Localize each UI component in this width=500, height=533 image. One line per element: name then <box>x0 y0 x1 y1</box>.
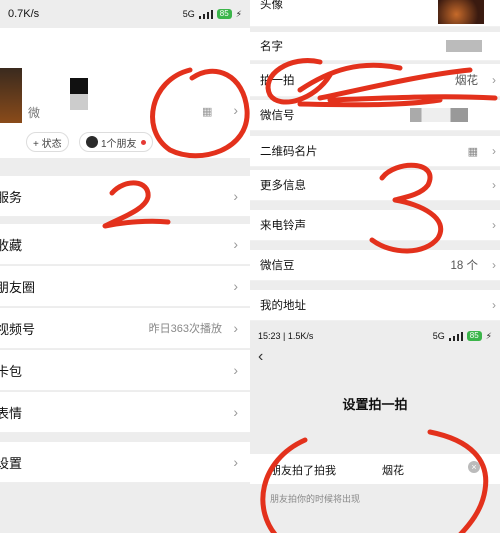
chevron-right-icon: › <box>233 362 238 378</box>
channels-views: 昨日363次播放 <box>148 323 222 335</box>
chevron-right-icon: › <box>492 178 496 192</box>
avatar[interactable] <box>0 68 22 123</box>
status-time: 15:23 | 1.5K/s <box>258 331 314 341</box>
row-pat[interactable]: 拍一拍 烟花 › <box>250 64 500 97</box>
status-bar: 15:23 | 1.5K/s 5G 85 ⚡ <box>250 326 500 346</box>
menu-settings[interactable]: 设置 › <box>0 442 250 483</box>
chevron-right-icon: › <box>233 188 238 204</box>
signal-icon <box>198 9 213 19</box>
red-dot-icon <box>140 139 146 145</box>
pat-value: 烟花 <box>455 75 478 87</box>
profile-name-fragment: 微 <box>28 106 41 120</box>
blurred-name <box>446 40 482 52</box>
chevron-right-icon: › <box>492 144 496 158</box>
battery-level: 85 <box>216 9 232 19</box>
network-type: 5G <box>432 331 445 341</box>
profile-screen: 0.7K/s 5G 85 ⚡ 微 ▦ › + 状态 1个朋友 服务 › 收藏 ›… <box>0 0 250 533</box>
add-status-button[interactable]: + 状态 <box>26 132 69 152</box>
friends-status-button[interactable]: 1个朋友 <box>79 132 153 152</box>
beans-count: 18 个 <box>450 260 479 272</box>
page-title: 设置拍一拍 <box>342 397 408 412</box>
chevron-right-icon: › <box>233 454 238 470</box>
avatar <box>438 0 484 24</box>
qr-code-icon: ▦ <box>467 145 478 158</box>
menu-stickers[interactable]: 表情 › <box>0 392 250 433</box>
friend-avatar-icon <box>86 136 98 148</box>
row-my-address[interactable]: 我的地址 › <box>250 290 500 321</box>
chevron-right-icon: › <box>233 102 238 118</box>
row-qr-code[interactable]: 二维码名片 ▦ › <box>250 136 500 167</box>
pat-input-label: 朋友拍了拍我 <box>270 465 336 477</box>
chevron-right-icon: › <box>492 218 496 232</box>
clear-icon[interactable]: × <box>468 461 480 473</box>
personal-info-screen: 头像 名字 拍一拍 烟花 › 微信号 二维码名片 ▦ › 更多信息 › 来电铃声… <box>250 0 500 533</box>
menu-favorites[interactable]: 收藏 › <box>0 224 250 265</box>
chevron-right-icon: › <box>233 320 238 336</box>
network-type: 5G <box>182 9 195 19</box>
profile-header[interactable]: 微 ▦ › + 状态 1个朋友 <box>0 28 250 158</box>
menu-services[interactable]: 服务 › <box>0 176 250 217</box>
menu-channels[interactable]: 视频号 昨日363次播放 › <box>0 308 250 349</box>
signal-icon <box>448 331 463 341</box>
row-ringtone[interactable]: 来电铃声 › <box>250 210 500 241</box>
row-name[interactable]: 名字 <box>250 32 500 61</box>
chevron-right-icon: › <box>492 298 496 312</box>
status-bar: 0.7K/s 5G 85 ⚡ <box>0 0 250 28</box>
pat-input-row[interactable]: 朋友拍了拍我 烟花 × <box>250 454 500 484</box>
network-speed: 0.7K/s <box>8 8 40 20</box>
chevron-right-icon: › <box>492 73 496 87</box>
chevron-right-icon: › <box>233 236 238 252</box>
row-wechat-id[interactable]: 微信号 <box>250 100 500 131</box>
row-avatar[interactable]: 头像 <box>250 0 500 27</box>
charging-icon: ⚡ <box>235 8 242 19</box>
chevron-right-icon: › <box>233 404 238 420</box>
chevron-right-icon: › <box>492 258 496 272</box>
pat-settings-screen: 15:23 | 1.5K/s 5G 85 ⚡ ‹ 设置拍一拍 朋友拍了拍我 烟花… <box>250 326 500 533</box>
back-icon[interactable]: ‹ <box>258 348 263 366</box>
row-more-info[interactable]: 更多信息 › <box>250 170 500 201</box>
blurred-name <box>70 78 88 110</box>
blurred-id <box>410 108 468 122</box>
row-wechat-beans[interactable]: 微信豆 18 个 › <box>250 250 500 281</box>
pat-input-value[interactable]: 烟花 <box>382 462 404 478</box>
menu-moments[interactable]: 朋友圈 › <box>0 266 250 307</box>
battery-level: 85 <box>466 331 482 341</box>
menu-cards[interactable]: 卡包 › <box>0 350 250 391</box>
qr-code-icon[interactable]: ▦ <box>202 105 212 118</box>
chevron-right-icon: › <box>233 278 238 294</box>
charging-icon: ⚡ <box>485 330 492 341</box>
pat-hint: 朋友拍你的时候将出现 <box>270 494 361 504</box>
